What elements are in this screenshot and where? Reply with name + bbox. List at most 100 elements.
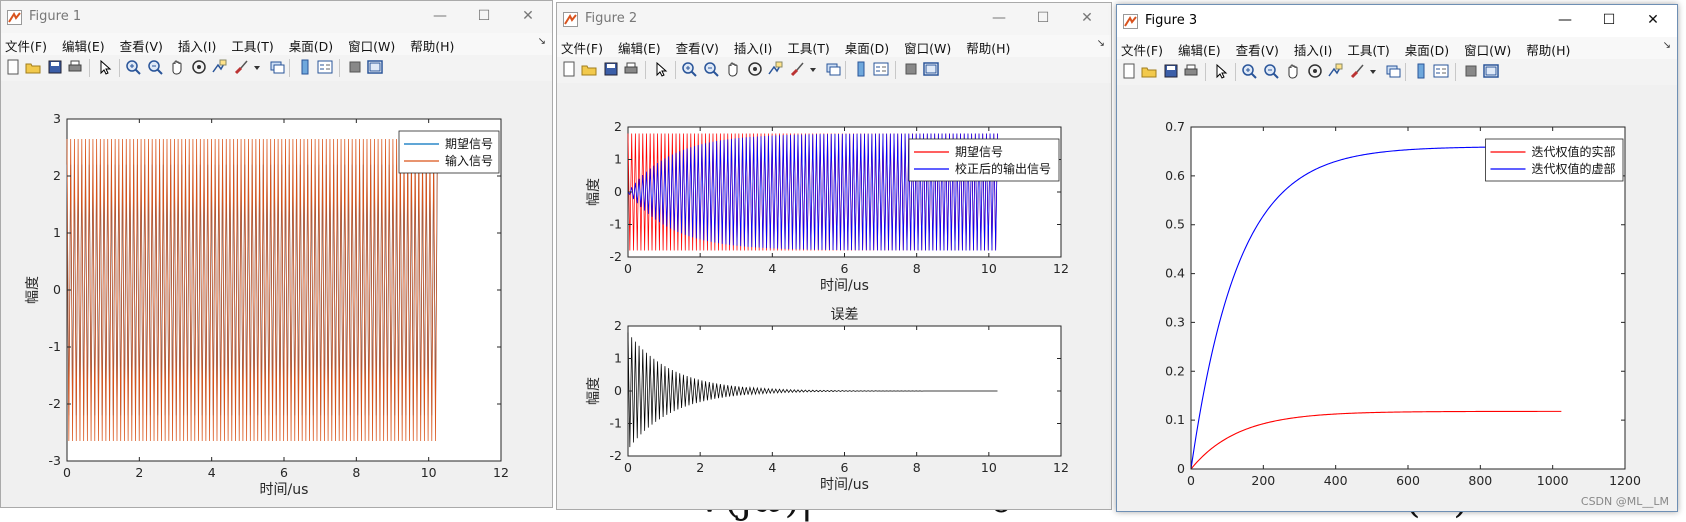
menu-item[interactable]: 工具(T) xyxy=(783,35,833,57)
menu-item[interactable]: 编辑(E) xyxy=(614,35,665,57)
save-icon[interactable] xyxy=(603,61,619,77)
colorbar-icon[interactable] xyxy=(853,61,869,77)
dock-icon[interactable] xyxy=(1483,63,1499,79)
hide-tools-icon[interactable] xyxy=(1463,63,1479,79)
zoom-in-icon[interactable] xyxy=(125,59,141,75)
dock-icon[interactable] xyxy=(367,59,383,75)
menu-item[interactable]: 插入(I) xyxy=(1290,37,1336,59)
close-button[interactable]: ✕ xyxy=(508,5,548,27)
save-icon[interactable] xyxy=(47,59,63,75)
title-bar[interactable]: Figure 2 — ☐ ✕ xyxy=(557,3,1111,35)
minimize-button[interactable]: — xyxy=(979,7,1019,29)
fig2b-axes[interactable]: 0 2 4 6 8 10 12-2-1012时间/us幅度误差 xyxy=(586,307,1069,493)
print-icon[interactable] xyxy=(623,61,639,77)
menu-item[interactable]: 插入(I) xyxy=(174,33,220,55)
brush-icon[interactable] xyxy=(233,59,249,75)
title-bar[interactable]: Figure 1 — ☐ ✕ xyxy=(1,1,552,33)
rotate-icon[interactable] xyxy=(191,59,207,75)
menu-item[interactable]: 插入(I) xyxy=(730,35,776,57)
pan-icon[interactable] xyxy=(725,61,741,77)
link-icon[interactable] xyxy=(825,61,841,77)
menu-item[interactable]: 查看(V) xyxy=(672,35,723,57)
zoom-in-icon[interactable] xyxy=(1241,63,1257,79)
link-icon[interactable] xyxy=(1385,63,1401,79)
close-button[interactable]: ✕ xyxy=(1067,7,1107,29)
figure-1-window[interactable]: Figure 1 — ☐ ✕ 文件(F) 编辑(E) 查看(V) 插入(I) 工具(T)… xyxy=(0,0,553,508)
menu-item[interactable]: 窗口(W) xyxy=(900,35,955,57)
fig1-axes[interactable]: 0 2 4 6 8 10 12-3-2-10123时间/us幅度期望信号输入信号 xyxy=(25,111,509,498)
figure-3-chart[interactable]: 0 200 400 600 800 1000 1200 0 0.1 0.2 0.3 0.4 0.5 0.6… xyxy=(1117,85,1677,511)
legend-icon[interactable] xyxy=(873,61,889,77)
new-icon[interactable] xyxy=(561,61,577,77)
pointer-icon[interactable] xyxy=(97,59,113,75)
legend[interactable]: 迭代权值的实部迭代权值的虚部 xyxy=(1485,138,1624,182)
dock-icon[interactable] xyxy=(923,61,939,77)
menu-item[interactable]: 帮助(H) xyxy=(406,33,458,55)
hide-tools-icon[interactable] xyxy=(347,59,363,75)
menu-item[interactable]: 查看(V) xyxy=(1232,37,1283,59)
menu-item[interactable]: 帮助(H) xyxy=(962,35,1014,57)
title-bar[interactable]: Figure 3 — ☐ ✕ xyxy=(1117,5,1677,37)
menu-item[interactable]: 工具(T) xyxy=(227,33,277,55)
dropdown-icon[interactable] xyxy=(249,59,260,75)
menu-item[interactable]: 文件(F) xyxy=(1,33,51,55)
legend-icon[interactable] xyxy=(1433,63,1449,79)
dock-arrow-icon[interactable]: ↘ xyxy=(1097,38,1105,49)
menu-item[interactable]: 文件(F) xyxy=(1117,37,1167,59)
print-icon[interactable] xyxy=(1183,63,1199,79)
minimize-button[interactable]: — xyxy=(420,5,460,27)
brush-icon[interactable] xyxy=(789,61,805,77)
figure-3-window[interactable]: Figure 3 — ☐ ✕ 文件(F) 编辑(E) 查看(V) 插入(I) 工具(T)… xyxy=(1116,4,1678,512)
pointer-icon[interactable] xyxy=(1213,63,1229,79)
menu-item[interactable]: 查看(V) xyxy=(116,33,167,55)
new-icon[interactable] xyxy=(5,59,21,75)
figure-1-chart[interactable]: 0 2 4 6 8 10 12-3-2-10123时间/us幅度期望信号输入信号 xyxy=(1,81,552,507)
brush-icon[interactable] xyxy=(1349,63,1365,79)
hide-tools-icon[interactable] xyxy=(903,61,919,77)
dropdown-icon[interactable] xyxy=(805,61,816,77)
dropdown-icon[interactable] xyxy=(1365,63,1376,79)
menu-item[interactable]: 桌面(D) xyxy=(1401,37,1453,59)
colorbar-icon[interactable] xyxy=(297,59,313,75)
open-icon[interactable] xyxy=(581,61,597,77)
dock-arrow-icon[interactable]: ↘ xyxy=(538,36,546,47)
zoom-out-icon[interactable] xyxy=(147,59,163,75)
fig2a-axes[interactable]: 0 2 4 6 8 10 12-2-1012时间/us幅度期望信号校正后的输出信号 xyxy=(586,119,1069,294)
figure-2-chart[interactable]: 0 2 4 6 8 10 12-2-1012时间/us幅度期望信号校正后的输出信号0 2 4 6 8… xyxy=(557,83,1111,509)
maximize-button[interactable]: ☐ xyxy=(1023,7,1063,29)
dock-arrow-icon[interactable]: ↘ xyxy=(1663,40,1671,51)
legend-icon[interactable] xyxy=(317,59,333,75)
fig3-axes[interactable]: 0 200 400 600 800 1000 1200 0 0.1 0.2 0.3 0.4 0.5 0.6… xyxy=(1165,119,1641,488)
maximize-button[interactable]: ☐ xyxy=(1589,9,1629,31)
rotate-icon[interactable] xyxy=(1307,63,1323,79)
legend[interactable]: 期望信号输入信号 xyxy=(398,130,500,174)
menu-item[interactable]: 窗口(W) xyxy=(344,33,399,55)
data-cursor-icon[interactable] xyxy=(767,61,783,77)
print-icon[interactable] xyxy=(67,59,83,75)
pan-icon[interactable] xyxy=(169,59,185,75)
menu-item[interactable]: 编辑(E) xyxy=(1174,37,1225,59)
minimize-button[interactable]: — xyxy=(1545,9,1585,31)
new-icon[interactable] xyxy=(1121,63,1137,79)
colorbar-icon[interactable] xyxy=(1413,63,1429,79)
link-icon[interactable] xyxy=(269,59,285,75)
legend[interactable]: 期望信号校正后的输出信号 xyxy=(908,138,1060,182)
open-icon[interactable] xyxy=(25,59,41,75)
pointer-icon[interactable] xyxy=(653,61,669,77)
zoom-out-icon[interactable] xyxy=(703,61,719,77)
zoom-out-icon[interactable] xyxy=(1263,63,1279,79)
menu-item[interactable]: 窗口(W) xyxy=(1460,37,1515,59)
maximize-button[interactable]: ☐ xyxy=(464,5,504,27)
menu-item[interactable]: 文件(F) xyxy=(557,35,607,57)
rotate-icon[interactable] xyxy=(747,61,763,77)
figure-2-window[interactable]: Figure 2 — ☐ ✕ 文件(F) 编辑(E) 查看(V) 插入(I) 工具(T)… xyxy=(556,2,1112,510)
menu-item[interactable]: 桌面(D) xyxy=(285,33,337,55)
close-button[interactable]: ✕ xyxy=(1633,9,1673,31)
save-icon[interactable] xyxy=(1163,63,1179,79)
menu-item[interactable]: 桌面(D) xyxy=(841,35,893,57)
data-cursor-icon[interactable] xyxy=(211,59,227,75)
menu-item[interactable]: 工具(T) xyxy=(1343,37,1393,59)
data-cursor-icon[interactable] xyxy=(1327,63,1343,79)
zoom-in-icon[interactable] xyxy=(681,61,697,77)
pan-icon[interactable] xyxy=(1285,63,1301,79)
